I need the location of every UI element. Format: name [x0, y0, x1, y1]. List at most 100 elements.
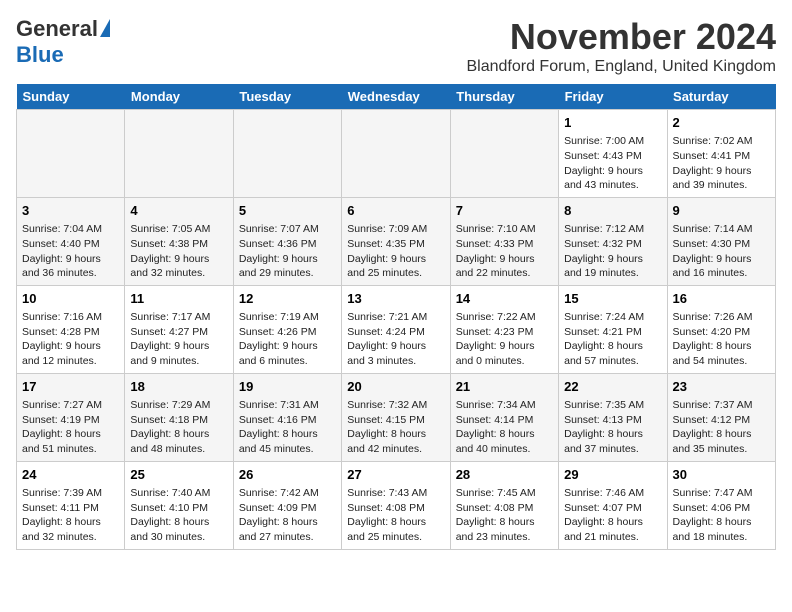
- calendar-cell: 8 Sunrise: 7:12 AM Sunset: 4:32 PM Daylig…: [559, 197, 667, 285]
- day-info: Sunrise: 7:47 AM Sunset: 4:06 PM Dayligh…: [673, 486, 770, 545]
- day-info: Sunrise: 7:16 AM Sunset: 4:28 PM Dayligh…: [22, 310, 119, 369]
- day-info: Sunrise: 7:10 AM Sunset: 4:33 PM Dayligh…: [456, 222, 553, 281]
- day-info: Sunrise: 7:14 AM Sunset: 4:30 PM Dayligh…: [673, 222, 770, 281]
- calendar-cell: 17Sunrise: 7:27 AM Sunset: 4:19 PM Dayli…: [17, 373, 125, 461]
- day-info: Sunrise: 7:31 AM Sunset: 4:16 PM Dayligh…: [239, 398, 336, 457]
- calendar-cell: 11 Sunrise: 7:17 AM Sunset: 4:27 PM Dayli…: [125, 285, 233, 373]
- month-title: November 2024: [466, 16, 776, 58]
- page-header: General Blue November 2024 Blandford For…: [16, 16, 776, 76]
- calendar-cell: 10 Sunrise: 7:16 AM Sunset: 4:28 PM Dayli…: [17, 285, 125, 373]
- day-number: 28: [456, 466, 553, 484]
- dow-header-sunday: Sunday: [17, 84, 125, 110]
- calendar-cell: 6 Sunrise: 7:09 AM Sunset: 4:35 PM Daylig…: [342, 197, 450, 285]
- day-number: 27: [347, 466, 444, 484]
- calendar-cell: 25 Sunrise: 7:40 AM Sunset: 4:10 PM Dayli…: [125, 461, 233, 549]
- day-number: 20: [347, 378, 444, 396]
- day-number: 26: [239, 466, 336, 484]
- day-number: 30: [673, 466, 770, 484]
- day-info: Sunrise: 7:24 AM Sunset: 4:21 PM Dayligh…: [564, 310, 661, 369]
- calendar-cell: 2 Sunrise: 7:02 AM Sunset: 4:41 PM Daylig…: [667, 110, 775, 198]
- day-info: Sunrise: 7:07 AM Sunset: 4:36 PM Dayligh…: [239, 222, 336, 281]
- day-number: 6: [347, 202, 444, 220]
- day-number: 11: [130, 290, 227, 308]
- dow-header-wednesday: Wednesday: [342, 84, 450, 110]
- day-number: 29: [564, 466, 661, 484]
- day-info: Sunrise: 7:34 AM Sunset: 4:14 PM Dayligh…: [456, 398, 553, 457]
- day-info: Sunrise: 7:39 AM Sunset: 4:11 PM Dayligh…: [22, 486, 119, 545]
- day-info: Sunrise: 7:04 AM Sunset: 4:40 PM Dayligh…: [22, 222, 119, 281]
- day-info: Sunrise: 7:21 AM Sunset: 4:24 PM Dayligh…: [347, 310, 444, 369]
- logo-triangle-icon: [100, 19, 110, 37]
- calendar-cell: 22Sunrise: 7:35 AM Sunset: 4:13 PM Dayli…: [559, 373, 667, 461]
- day-info: Sunrise: 7:09 AM Sunset: 4:35 PM Dayligh…: [347, 222, 444, 281]
- day-info: Sunrise: 7:00 AM Sunset: 4:43 PM Dayligh…: [564, 134, 661, 193]
- calendar-cell: 12 Sunrise: 7:19 AM Sunset: 4:26 PM Dayli…: [233, 285, 341, 373]
- day-info: Sunrise: 7:12 AM Sunset: 4:32 PM Dayligh…: [564, 222, 661, 281]
- day-number: 7: [456, 202, 553, 220]
- day-number: 8: [564, 202, 661, 220]
- day-number: 2: [673, 114, 770, 132]
- day-info: Sunrise: 7:42 AM Sunset: 4:09 PM Dayligh…: [239, 486, 336, 545]
- dow-header-monday: Monday: [125, 84, 233, 110]
- calendar-cell: 18 Sunrise: 7:29 AM Sunset: 4:18 PM Dayli…: [125, 373, 233, 461]
- day-info: Sunrise: 7:32 AM Sunset: 4:15 PM Dayligh…: [347, 398, 444, 457]
- location-subtitle: Blandford Forum, England, United Kingdom: [466, 58, 776, 76]
- calendar-table: SundayMondayTuesdayWednesdayThursdayFrid…: [16, 84, 776, 550]
- day-number: 24: [22, 466, 119, 484]
- logo-blue-text: Blue: [16, 42, 64, 68]
- day-number: 4: [130, 202, 227, 220]
- day-number: 17: [22, 378, 119, 396]
- calendar-cell: [125, 110, 233, 198]
- day-info: Sunrise: 7:19 AM Sunset: 4:26 PM Dayligh…: [239, 310, 336, 369]
- logo-general-text: General: [16, 16, 98, 42]
- calendar-cell: 24 Sunrise: 7:39 AM Sunset: 4:11 PM Dayli…: [17, 461, 125, 549]
- calendar-cell: 26 Sunrise: 7:42 AM Sunset: 4:09 PM Dayli…: [233, 461, 341, 549]
- day-number: 9: [673, 202, 770, 220]
- day-info: Sunrise: 7:43 AM Sunset: 4:08 PM Dayligh…: [347, 486, 444, 545]
- day-info: Sunrise: 7:29 AM Sunset: 4:18 PM Dayligh…: [130, 398, 227, 457]
- day-info: Sunrise: 7:26 AM Sunset: 4:20 PM Dayligh…: [673, 310, 770, 369]
- day-number: 5: [239, 202, 336, 220]
- calendar-cell: 16 Sunrise: 7:26 AM Sunset: 4:20 PM Dayli…: [667, 285, 775, 373]
- calendar-cell: 19 Sunrise: 7:31 AM Sunset: 4:16 PM Dayli…: [233, 373, 341, 461]
- day-info: Sunrise: 7:02 AM Sunset: 4:41 PM Dayligh…: [673, 134, 770, 193]
- calendar-cell: [450, 110, 558, 198]
- calendar-cell: 1 Sunrise: 7:00 AM Sunset: 4:43 PM Daylig…: [559, 110, 667, 198]
- calendar-cell: 5 Sunrise: 7:07 AM Sunset: 4:36 PM Daylig…: [233, 197, 341, 285]
- day-number: 21: [456, 378, 553, 396]
- calendar-cell: [17, 110, 125, 198]
- calendar-cell: [233, 110, 341, 198]
- day-info: Sunrise: 7:45 AM Sunset: 4:08 PM Dayligh…: [456, 486, 553, 545]
- day-info: Sunrise: 7:37 AM Sunset: 4:12 PM Dayligh…: [673, 398, 770, 457]
- dow-header-tuesday: Tuesday: [233, 84, 341, 110]
- calendar-cell: 29 Sunrise: 7:46 AM Sunset: 4:07 PM Dayli…: [559, 461, 667, 549]
- day-number: 10: [22, 290, 119, 308]
- day-number: 23: [673, 378, 770, 396]
- day-number: 12: [239, 290, 336, 308]
- calendar-cell: 9 Sunrise: 7:14 AM Sunset: 4:30 PM Daylig…: [667, 197, 775, 285]
- day-number: 19: [239, 378, 336, 396]
- day-info: Sunrise: 7:40 AM Sunset: 4:10 PM Dayligh…: [130, 486, 227, 545]
- calendar-cell: 30 Sunrise: 7:47 AM Sunset: 4:06 PM Dayli…: [667, 461, 775, 549]
- dow-header-friday: Friday: [559, 84, 667, 110]
- day-number: 25: [130, 466, 227, 484]
- calendar-cell: [342, 110, 450, 198]
- day-number: 15: [564, 290, 661, 308]
- day-number: 3: [22, 202, 119, 220]
- day-info: Sunrise: 7:17 AM Sunset: 4:27 PM Dayligh…: [130, 310, 227, 369]
- calendar-cell: 27 Sunrise: 7:43 AM Sunset: 4:08 PM Dayli…: [342, 461, 450, 549]
- day-number: 16: [673, 290, 770, 308]
- day-info: Sunrise: 7:05 AM Sunset: 4:38 PM Dayligh…: [130, 222, 227, 281]
- title-section: November 2024 Blandford Forum, England, …: [466, 16, 776, 76]
- day-number: 13: [347, 290, 444, 308]
- day-number: 18: [130, 378, 227, 396]
- dow-header-saturday: Saturday: [667, 84, 775, 110]
- calendar-cell: 3 Sunrise: 7:04 AM Sunset: 4:40 PM Daylig…: [17, 197, 125, 285]
- calendar-cell: 23 Sunrise: 7:37 AM Sunset: 4:12 PM Dayli…: [667, 373, 775, 461]
- day-info: Sunrise: 7:35 AM Sunset: 4:13 PM Dayligh…: [564, 398, 661, 457]
- calendar-cell: 14Sunrise: 7:22 AM Sunset: 4:23 PM Dayli…: [450, 285, 558, 373]
- day-info: Sunrise: 7:46 AM Sunset: 4:07 PM Dayligh…: [564, 486, 661, 545]
- day-number: 1: [564, 114, 661, 132]
- calendar-cell: 21 Sunrise: 7:34 AM Sunset: 4:14 PM Dayli…: [450, 373, 558, 461]
- logo: General Blue: [16, 16, 110, 68]
